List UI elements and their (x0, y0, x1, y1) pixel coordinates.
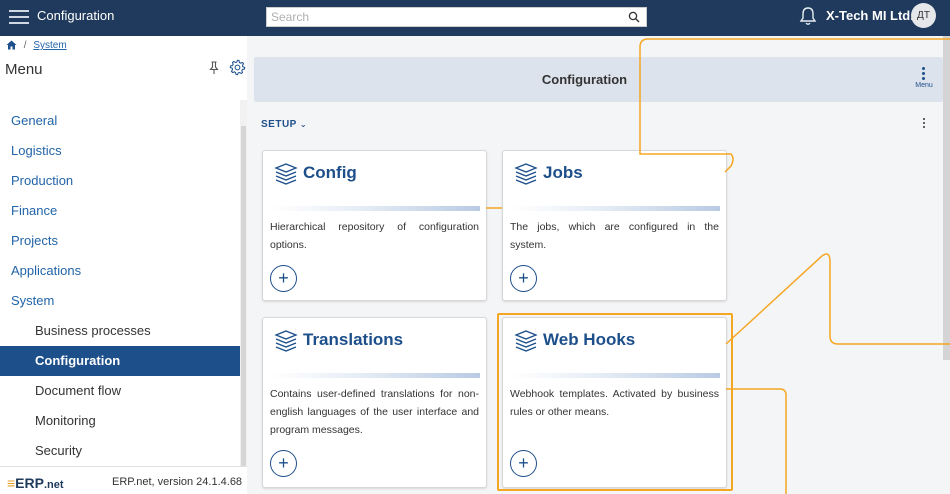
card-title: Jobs (543, 163, 583, 182)
card-divider (270, 206, 480, 211)
company-name[interactable]: X-Tech MI Ltd. (826, 8, 914, 23)
card-title: Config (303, 163, 357, 182)
sidebar-title: Menu (5, 61, 43, 78)
logo-suffix: .net (43, 479, 64, 491)
breadcrumb: / System (6, 40, 67, 51)
breadcrumb-separator: / (23, 40, 27, 51)
erp-logo: ≡ERP.net (7, 475, 64, 491)
logo-mark: ≡ (7, 475, 16, 491)
highlight-frame (497, 313, 733, 491)
sidebar-item-business-processes[interactable]: Business processes (0, 316, 240, 346)
search-box[interactable] (266, 7, 647, 27)
sidebar-item-logistics[interactable]: Logistics (0, 136, 240, 166)
setup-dropdown[interactable]: SETUP ⌄ (261, 119, 307, 130)
card-jobs[interactable]: Jobs The jobs, which are configured in t… (502, 150, 727, 301)
hamburger-menu-icon[interactable] (9, 8, 29, 26)
add-button[interactable]: + (270, 265, 297, 292)
add-button[interactable]: + (510, 265, 537, 292)
sidebar-nav: General Logistics Production Finance Pro… (0, 106, 240, 466)
stack-icon (514, 163, 538, 185)
header-menu-button[interactable]: Menu (913, 67, 935, 95)
sidebar-item-projects[interactable]: Projects (0, 226, 240, 256)
vertical-dots-icon (922, 67, 926, 81)
card-divider (270, 373, 480, 378)
card-description: The jobs, which are configured in the sy… (510, 221, 719, 251)
card-description: Hierarchical repository of configuration… (270, 221, 479, 251)
chevron-down-icon: ⌄ (299, 120, 308, 129)
sidebar-item-applications[interactable]: Applications (0, 256, 240, 286)
sidebar-item-configuration[interactable]: Configuration (0, 346, 240, 376)
pin-icon[interactable] (209, 61, 219, 75)
page-header: Configuration Menu (254, 57, 943, 102)
sidebar-item-finance[interactable]: Finance (0, 196, 240, 226)
breadcrumb-link-system[interactable]: System (33, 40, 66, 51)
home-icon[interactable] (6, 40, 17, 50)
app-title: Configuration (37, 8, 115, 23)
add-button[interactable]: + (270, 450, 297, 477)
sidebar-item-system[interactable]: System (0, 286, 240, 316)
bell-icon[interactable] (799, 6, 817, 26)
page-title: Configuration (541, 72, 628, 87)
search-icon[interactable] (628, 11, 640, 23)
top-bar: Configuration X-Tech MI Ltd. ДТ (0, 0, 950, 36)
sidebar-item-monitoring[interactable]: Monitoring (0, 406, 240, 436)
stack-icon (274, 163, 298, 185)
sidebar-item-document-flow[interactable]: Document flow (0, 376, 240, 406)
stack-icon (274, 330, 298, 352)
gear-icon[interactable] (229, 59, 246, 76)
main-scrollbar[interactable] (943, 36, 950, 360)
kebab-menu-icon[interactable] (921, 118, 929, 130)
menu-button-label: Menu (915, 82, 933, 89)
avatar[interactable]: ДТ (911, 3, 936, 28)
sidebar-scrollbar-thumb[interactable] (241, 126, 246, 466)
card-config[interactable]: Config Hierarchical repository of config… (262, 150, 487, 301)
version-label: ERP.net, version 24.1.4.68 (112, 476, 243, 488)
card-title: Translations (303, 330, 404, 349)
sidebar-item-security[interactable]: Security (0, 436, 240, 466)
card-divider (510, 206, 720, 211)
setup-label: SETUP (261, 119, 297, 130)
search-input[interactable] (267, 8, 617, 26)
card-translations[interactable]: Translations Contains user-defined trans… (262, 317, 487, 488)
sidebar-footer: ≡ERP.net ERP.net, version 24.1.4.68 (0, 466, 247, 494)
card-description: Contains user-defined translations for n… (270, 388, 479, 436)
sidebar-item-general[interactable]: General (0, 106, 240, 136)
logo-text: ERP (15, 475, 44, 491)
sidebar-scrollbar[interactable] (240, 100, 247, 466)
sidebar-item-production[interactable]: Production (0, 166, 240, 196)
